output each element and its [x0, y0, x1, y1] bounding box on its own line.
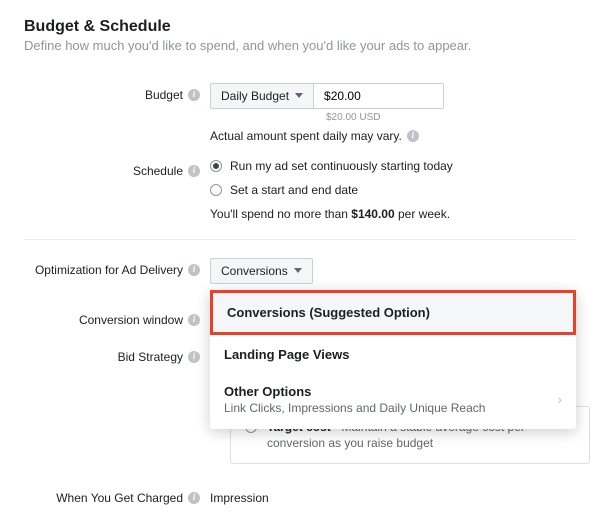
- charged-label: When You Get Charged: [56, 491, 183, 505]
- optimization-label: Optimization for Ad Delivery: [35, 263, 183, 277]
- schedule-option-continuous[interactable]: Run my ad set continuously starting toda…: [210, 159, 576, 173]
- caret-down-icon: [295, 93, 303, 98]
- info-icon[interactable]: i: [188, 165, 200, 177]
- budget-vary-note: Actual amount spent daily may vary.: [210, 129, 402, 143]
- info-icon[interactable]: i: [188, 314, 200, 326]
- info-icon[interactable]: i: [188, 351, 200, 363]
- page-title: Budget & Schedule: [24, 18, 576, 36]
- budget-amount-input[interactable]: [314, 83, 444, 109]
- dropdown-option-lpv[interactable]: Landing Page Views: [210, 335, 576, 374]
- dropdown-option-other[interactable]: Other Options Link Clicks, Impressions a…: [210, 374, 576, 429]
- radio-icon: [210, 160, 222, 172]
- budget-type-select[interactable]: Daily Budget: [210, 83, 314, 109]
- radio-icon: [210, 184, 222, 196]
- bid-strategy-label: Bid Strategy: [118, 350, 183, 364]
- budget-usd-note: $20.00 USD: [326, 112, 576, 123]
- weekly-spend-note: You'll spend no more than $140.00 per we…: [210, 207, 576, 221]
- optimization-dropdown: Conversions (Suggested Option) Landing P…: [210, 290, 576, 429]
- page-subtitle: Define how much you'd like to spend, and…: [24, 38, 576, 55]
- chevron-right-icon: ›: [557, 391, 562, 407]
- info-icon[interactable]: i: [188, 89, 200, 101]
- info-icon[interactable]: i: [407, 130, 419, 142]
- schedule-option-dates[interactable]: Set a start and end date: [210, 183, 576, 197]
- charged-value: Impression: [210, 486, 576, 505]
- budget-label: Budget: [145, 88, 183, 102]
- divider: [24, 239, 576, 240]
- optimization-value: Conversions: [221, 264, 288, 278]
- optimization-select[interactable]: Conversions: [210, 258, 313, 284]
- info-icon[interactable]: i: [188, 264, 200, 276]
- caret-down-icon: [294, 268, 302, 273]
- dropdown-option-conversions[interactable]: Conversions (Suggested Option): [210, 290, 576, 335]
- conversion-window-label: Conversion window: [79, 313, 183, 327]
- info-icon[interactable]: i: [188, 492, 200, 504]
- budget-type-value: Daily Budget: [221, 89, 289, 103]
- schedule-label: Schedule: [133, 164, 183, 178]
